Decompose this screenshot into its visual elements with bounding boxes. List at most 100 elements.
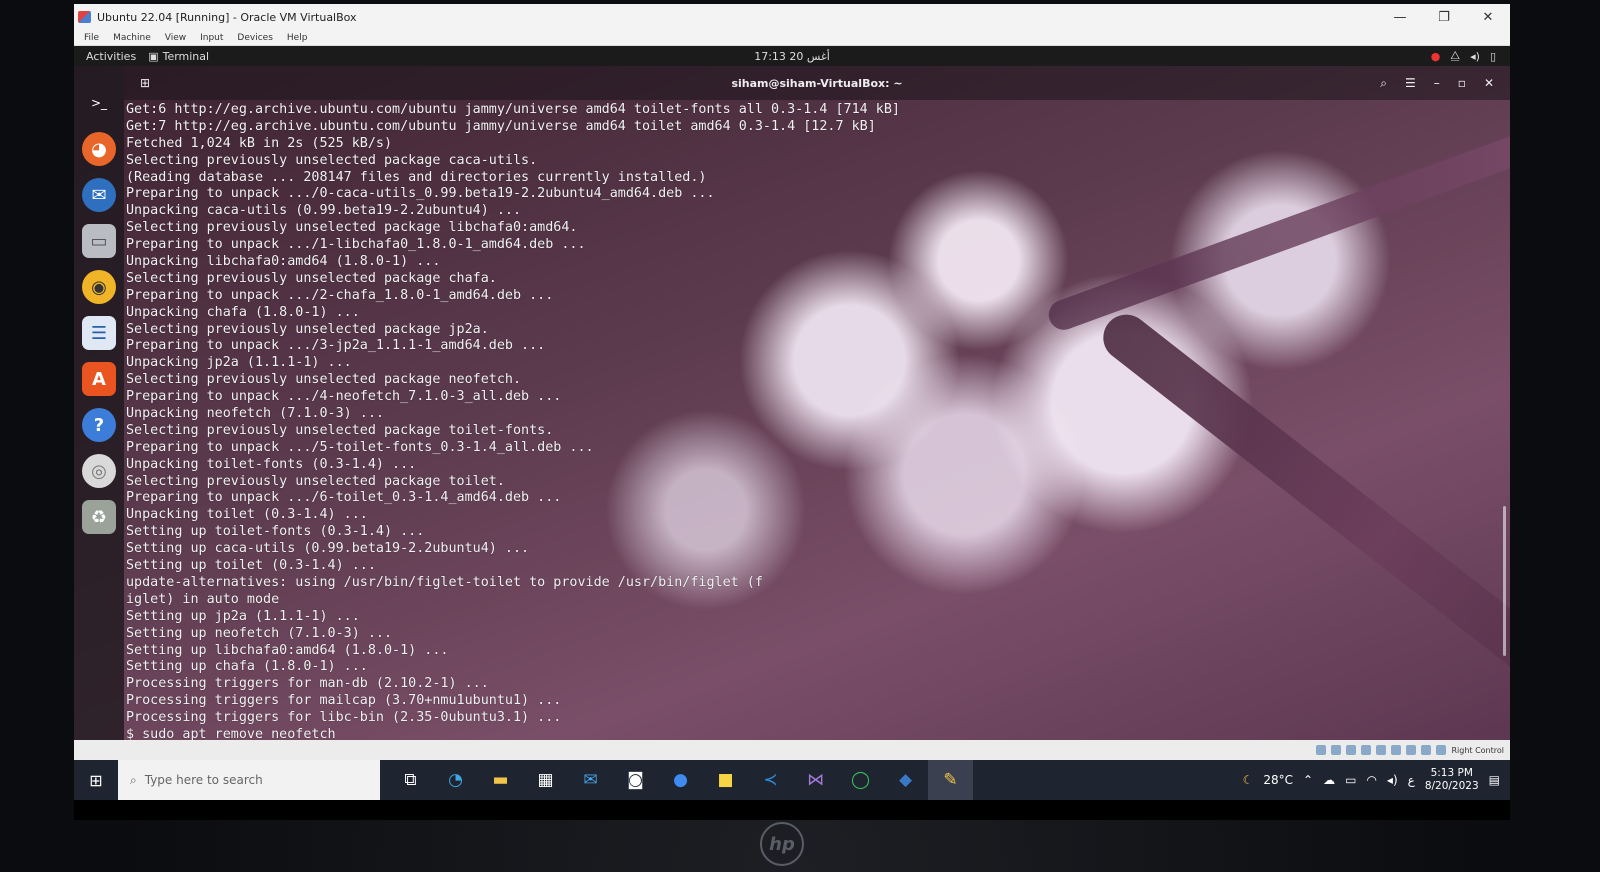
dock-help[interactable]: ? [82, 408, 116, 442]
files-icon: ▭ [90, 230, 108, 252]
hamburger-menu-icon[interactable]: ☰ [1405, 76, 1416, 91]
terminal-close-button[interactable]: ✕ [1484, 76, 1494, 91]
search-icon[interactable]: ⌕ [1380, 76, 1387, 91]
weather-icon[interactable]: ☾ [1243, 773, 1254, 787]
activities-button[interactable]: Activities [74, 50, 148, 63]
sticky-notes-icon[interactable]: ■ [703, 760, 748, 800]
volume-icon[interactable]: ◂) [1387, 773, 1398, 787]
terminal-line: Get:7 http://eg.archive.ubuntu.com/ubunt… [126, 118, 876, 134]
terminal-line: Selecting previously unselected package … [126, 321, 489, 337]
wifi-icon[interactable]: ◠ [1366, 773, 1376, 787]
terminal-line: Setting up libchafa0:amd64 (1.8.0-1) ... [126, 642, 449, 658]
terminal-line: Setting up jp2a (1.1.1-1) ... [126, 608, 360, 624]
terminal-headerbar[interactable]: ⊞ siham@siham-VirtualBox: ~ ⌕ ☰ – ▫ ✕ [124, 66, 1510, 100]
mouse-integration-icon[interactable] [1436, 745, 1447, 755]
search-icon: ⌕ [130, 772, 137, 787]
new-tab-icon[interactable]: ⊞ [140, 76, 150, 90]
display-indicator-icon[interactable] [1406, 745, 1417, 755]
host-key-label: Right Control [1451, 745, 1504, 755]
language-indicator[interactable]: ع [1408, 773, 1415, 787]
weather-temp[interactable]: 28°C [1263, 773, 1293, 787]
terminal-line: Selecting previously unselected package … [126, 220, 578, 236]
terminal-line: Preparing to unpack .../5-toilet-fonts_0… [126, 439, 594, 455]
visual-studio-icon[interactable]: ⋈ [793, 760, 838, 800]
task-view-icon[interactable]: ⧉ [388, 760, 433, 800]
recording-indicator-icon[interactable] [1421, 745, 1432, 755]
screen: Ubuntu 22.04 [Running] - Oracle VM Virtu… [74, 4, 1510, 820]
github-icon[interactable]: ◙ [613, 760, 658, 800]
tool-app-icon[interactable]: ✎ [928, 760, 973, 800]
taskbar-search[interactable]: ⌕ Type here to search [118, 760, 380, 800]
dock-terminal[interactable]: >_ [82, 86, 116, 120]
menu-machine[interactable]: Machine [107, 33, 157, 43]
writer-icon: ☰ [90, 322, 108, 344]
terminal-line: update-alternatives: using /usr/bin/figl… [126, 574, 763, 590]
dock-trash[interactable]: ♻ [82, 500, 116, 534]
dock-rhythmbox[interactable]: ◉ [82, 270, 116, 304]
whatsapp-icon[interactable]: ◯ [838, 760, 883, 800]
terminal-line: Selecting previously unselected package … [126, 372, 522, 388]
recording-icon: ● [1430, 49, 1441, 63]
battery-icon[interactable]: ▭ [1345, 773, 1356, 787]
app-menu[interactable]: ▣ Terminal [148, 50, 209, 63]
gnome-top-bar: Activities ▣ Terminal 17:13 أغس 20 ● ⧋ ◂… [74, 46, 1510, 66]
dock-writer[interactable]: ☰ [82, 316, 116, 350]
taskbar-date: 8/20/2023 [1424, 780, 1479, 792]
terminal-maximize-button[interactable]: ▫ [1458, 76, 1466, 91]
virtualbox-taskbar-icon[interactable]: ◆ [883, 760, 928, 800]
terminal-line: Setting up chafa (1.8.0-1) ... [126, 659, 368, 675]
dock-files[interactable]: ▭ [82, 224, 116, 258]
terminal-output[interactable]: Get:6 http://eg.archive.ubuntu.com/ubunt… [126, 102, 1498, 760]
terminal-line: Preparing to unpack .../3-jp2a_1.1.1-1_a… [126, 338, 546, 354]
network-indicator-icon[interactable] [1361, 745, 1372, 755]
chevron-up-icon[interactable]: ⌃ [1303, 773, 1313, 787]
menu-view[interactable]: View [159, 33, 192, 43]
terminal-scrollbar[interactable] [1503, 506, 1506, 656]
minimize-button[interactable]: — [1378, 4, 1422, 30]
virtualbox-icon [78, 11, 91, 23]
shared-folder-indicator-icon[interactable] [1391, 745, 1402, 755]
terminal-minimize-button[interactable]: – [1434, 76, 1440, 91]
terminal-line: Processing triggers for libc-bin (2.35-0… [126, 710, 562, 726]
top-bar-clock[interactable]: 17:13 أغس 20 [754, 50, 830, 63]
menu-input[interactable]: Input [194, 33, 229, 43]
dock-thunderbird[interactable]: ✉ [82, 178, 116, 212]
dock-dvd[interactable]: ◎ [82, 454, 116, 488]
close-button[interactable]: ✕ [1466, 4, 1510, 30]
terminal-line: Preparing to unpack .../6-toilet_0.3-1.4… [126, 490, 562, 506]
terminal-line: Unpacking toilet-fonts (0.3-1.4) ... [126, 456, 417, 472]
terminal-line: Selecting previously unselected package … [126, 422, 554, 438]
maximize-button[interactable]: ❐ [1422, 4, 1466, 30]
optical-indicator-icon[interactable] [1331, 745, 1342, 755]
system-tray[interactable]: ● ⧋ ◂) ▯ [1431, 49, 1510, 63]
audio-indicator-icon[interactable] [1346, 745, 1357, 755]
windows-start-button[interactable]: ⊞ [74, 760, 118, 800]
mail-icon[interactable]: ✉ [568, 760, 613, 800]
terminal-line: Get:6 http://eg.archive.ubuntu.com/ubunt… [126, 102, 900, 117]
hdd-indicator-icon[interactable] [1316, 745, 1327, 755]
dock-firefox[interactable]: ◕ [82, 132, 116, 166]
edge-icon[interactable]: ◔ [433, 760, 478, 800]
onedrive-icon[interactable]: ☁ [1323, 773, 1335, 787]
terminal-small-icon: ▣ [148, 49, 159, 63]
trash-icon: ♻ [90, 506, 108, 528]
ubuntu-dock: >_ ◕ ✉ ▭ ◉ ☰ A ? ◎ ♻ ⠿ [74, 66, 124, 760]
power-icon: ▯ [1489, 49, 1496, 63]
vbox-window-title: Ubuntu 22.04 [Running] - Oracle VM Virtu… [97, 10, 357, 24]
menu-file[interactable]: File [78, 33, 105, 43]
firefox-icon: ◕ [91, 138, 107, 160]
notification-icon[interactable]: ▤ [1489, 773, 1500, 787]
vbox-titlebar[interactable]: Ubuntu 22.04 [Running] - Oracle VM Virtu… [74, 4, 1510, 30]
taskbar-clock[interactable]: 5:13 PM 8/20/2023 [1425, 767, 1479, 793]
network-icon: ⧋ [1450, 49, 1461, 62]
store-icon[interactable]: ▦ [523, 760, 568, 800]
vbox-statusbar: Right Control [74, 740, 1510, 760]
file-explorer-icon[interactable]: ▬ [478, 760, 523, 800]
usb-indicator-icon[interactable] [1376, 745, 1387, 755]
messenger-icon[interactable]: ● [658, 760, 703, 800]
menu-help[interactable]: Help [281, 33, 314, 43]
vscode-icon[interactable]: ≺ [748, 760, 793, 800]
rhythmbox-icon: ◉ [91, 276, 107, 298]
menu-devices[interactable]: Devices [231, 33, 278, 43]
dock-software[interactable]: A [82, 362, 116, 396]
